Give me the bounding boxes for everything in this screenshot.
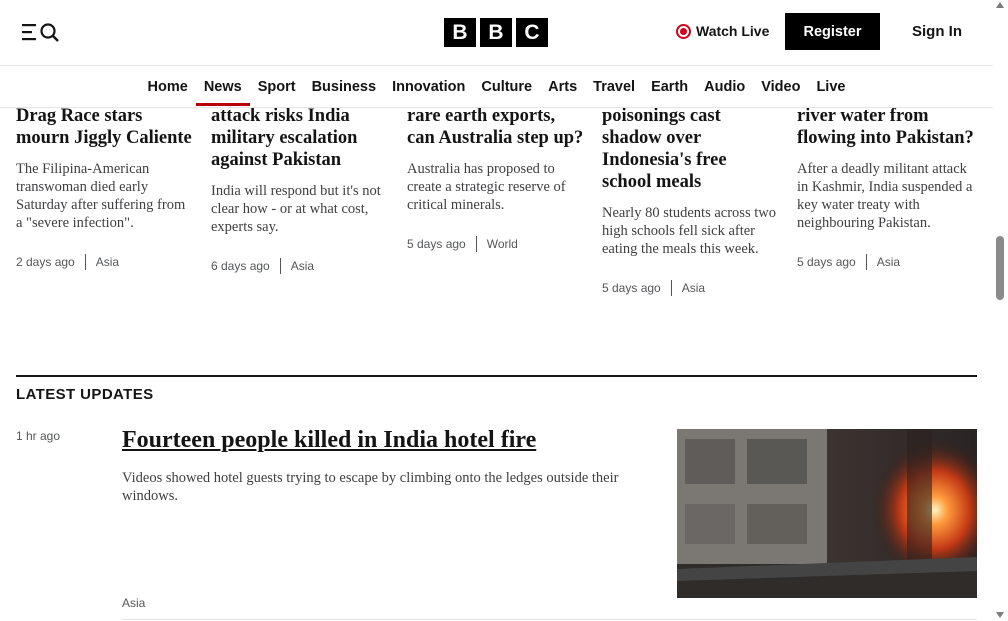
latest-story-summary: Videos showed hotel guests trying to esc…	[122, 470, 619, 504]
story-headline[interactable]: rare earth exports, can Australia step u…	[407, 105, 585, 149]
scrollbar-thumb[interactable]	[996, 236, 1004, 300]
search-icon	[40, 23, 59, 42]
story-time: 5 days ago	[407, 237, 466, 251]
story-divider	[122, 619, 977, 620]
story-section[interactable]: Asia	[877, 255, 900, 269]
latest-story-headline[interactable]: Fourteen people killed in India hotel fi…	[122, 427, 536, 454]
story-time: 6 days ago	[211, 259, 270, 273]
story-time: 5 days ago	[602, 281, 661, 295]
story-summary: The Filipina-American transwoman died ea…	[16, 161, 186, 231]
nav-item-travel[interactable]: Travel	[585, 66, 643, 107]
meta-divider	[670, 280, 672, 296]
story-summary: India will respond but it's not clear ho…	[211, 183, 381, 235]
logo-block-b2: B	[480, 18, 512, 47]
section-divider	[16, 375, 977, 377]
watch-live-label: Watch Live	[696, 23, 770, 39]
story-meta: 5 days ago World	[407, 236, 585, 252]
latest-story-time: 1 hr ago	[16, 429, 61, 443]
latest-story-image[interactable]	[677, 429, 977, 598]
story-headline[interactable]: poisonings cast shadow over Indonesia's …	[602, 105, 780, 193]
logo-block-b1: B	[444, 18, 476, 47]
nav-item-audio[interactable]: Audio	[696, 66, 753, 107]
meta-divider	[865, 254, 867, 270]
menu-search-button[interactable]	[21, 21, 63, 43]
story-meta: 5 days ago Asia	[602, 280, 780, 296]
site-header: B B C Watch Live Register Sign In	[0, 0, 993, 65]
story-card[interactable]: attack risks India military escalation a…	[211, 105, 389, 274]
story-card[interactable]: poisonings cast shadow over Indonesia's …	[602, 105, 780, 296]
vertical-scrollbar[interactable]	[993, 0, 1008, 621]
meta-divider	[475, 236, 477, 252]
story-section[interactable]: Asia	[682, 281, 705, 295]
nav-item-innovation[interactable]: Innovation	[384, 66, 473, 107]
sign-in-button[interactable]: Sign In	[912, 23, 962, 40]
scroll-up-arrow-icon[interactable]	[996, 2, 1004, 8]
meta-divider	[279, 258, 281, 274]
story-summary: Nearly 80 students across two high schoo…	[602, 205, 776, 257]
nav-item-arts[interactable]: Arts	[540, 66, 585, 107]
story-card[interactable]: rare earth exports, can Australia step u…	[407, 105, 585, 252]
latest-updates-heading: LATEST UPDATES	[16, 386, 154, 403]
menu-icon	[22, 23, 59, 42]
nav-item-home[interactable]: Home	[140, 66, 196, 107]
story-summary: After a deadly militant attack in Kashmi…	[797, 161, 973, 231]
story-section[interactable]: Asia	[96, 255, 119, 269]
story-headline[interactable]: river water from flowing into Pakistan?	[797, 105, 975, 149]
latest-story-section[interactable]: Asia	[122, 596, 145, 610]
nav-item-video[interactable]: Video	[753, 66, 808, 107]
nav-item-culture[interactable]: Culture	[473, 66, 540, 107]
nav-item-news[interactable]: News	[195, 66, 250, 107]
bbc-logo[interactable]: B B C	[444, 18, 548, 47]
nav-item-earth[interactable]: Earth	[643, 66, 696, 107]
story-card[interactable]: Drag Race stars mourn Jiggly Caliente Th…	[16, 105, 194, 270]
register-button[interactable]: Register	[785, 13, 880, 50]
nav-item-business[interactable]: Business	[304, 66, 384, 107]
scroll-down-arrow-icon[interactable]	[996, 612, 1004, 618]
story-time: 2 days ago	[16, 255, 75, 269]
live-icon	[676, 23, 691, 39]
nav-item-live[interactable]: Live	[808, 66, 853, 107]
primary-nav: Home News Sport Business Innovation Cult…	[0, 65, 993, 108]
story-time: 5 days ago	[797, 255, 856, 269]
story-headline[interactable]: Drag Race stars mourn Jiggly Caliente	[16, 105, 194, 149]
story-section[interactable]: Asia	[291, 259, 314, 273]
logo-block-c: C	[516, 18, 548, 47]
story-cards: Drag Race stars mourn Jiggly Caliente Th…	[16, 100, 978, 315]
story-summary: Australia has proposed to create a strat…	[407, 161, 566, 213]
story-meta: 5 days ago Asia	[797, 254, 975, 270]
story-headline[interactable]: attack risks India military escalation a…	[211, 105, 389, 171]
story-card[interactable]: river water from flowing into Pakistan? …	[797, 105, 975, 270]
story-section[interactable]: World	[487, 237, 518, 251]
watch-live-link[interactable]: Watch Live	[676, 23, 769, 39]
story-meta: 6 days ago Asia	[211, 258, 389, 274]
story-meta: 2 days ago Asia	[16, 254, 194, 270]
meta-divider	[84, 254, 86, 270]
nav-item-sport[interactable]: Sport	[250, 66, 304, 107]
